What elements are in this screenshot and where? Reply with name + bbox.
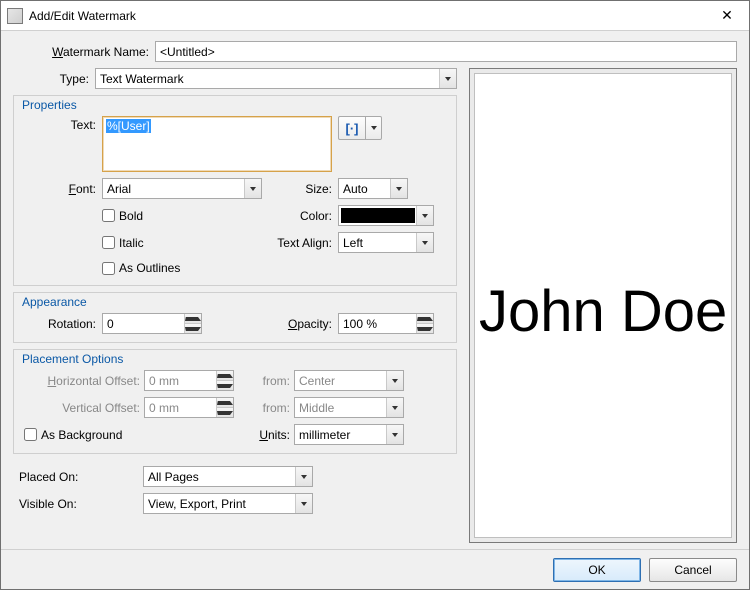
chevron-down-icon xyxy=(386,398,403,417)
from-label-2: from: xyxy=(238,401,290,415)
h-offset-label: Horizontal Offset: xyxy=(22,374,140,388)
from-v-combo[interactable]: Middle xyxy=(294,397,404,418)
close-button[interactable]: ✕ xyxy=(705,1,749,30)
close-icon: ✕ xyxy=(721,7,733,24)
text-label: Text: xyxy=(22,116,96,132)
italic-checkbox[interactable] xyxy=(102,236,115,249)
properties-legend: Properties xyxy=(22,98,77,112)
properties-group: Properties Text: %[User] [·] Font: xyxy=(13,95,457,286)
bold-checkbox[interactable] xyxy=(102,209,115,222)
as-outlines-checkbox[interactable] xyxy=(102,262,115,275)
italic-row: Italic xyxy=(102,234,262,252)
watermark-name-input[interactable] xyxy=(155,41,737,62)
v-offset-spin[interactable]: 0 mm xyxy=(144,397,234,418)
chevron-down-icon xyxy=(244,179,261,198)
chevron-down-icon xyxy=(295,467,312,486)
opacity-label: Opacity: xyxy=(268,317,332,331)
chevron-down-icon xyxy=(416,206,433,225)
bold-row: Bold xyxy=(102,207,262,225)
placed-on-value: All Pages xyxy=(148,470,199,484)
spin-buttons xyxy=(216,371,233,390)
chevron-down-icon xyxy=(390,179,407,198)
placed-on-row: Placed On: All Pages xyxy=(15,466,455,487)
from-label: from: xyxy=(238,374,290,388)
text-value: %[User] xyxy=(106,119,151,133)
text-align-combo[interactable]: Left xyxy=(338,232,434,253)
insert-macro-splitbutton[interactable]: [·] xyxy=(338,116,448,140)
preview-text: John Doe xyxy=(479,278,727,345)
preview-pane: John Doe xyxy=(469,68,737,543)
placement-group: Placement Options Horizontal Offset: 0 m… xyxy=(13,349,457,454)
text-align-value: Left xyxy=(343,236,363,250)
main-columns: Type: Text Watermark Properties Text: %[… xyxy=(13,68,737,543)
from-h-combo[interactable]: Center xyxy=(294,370,404,391)
type-value: Text Watermark xyxy=(100,72,184,86)
titlebar: Add/Edit Watermark ✕ xyxy=(1,1,749,31)
from-v-value: Middle xyxy=(299,401,334,415)
font-value: Arial xyxy=(107,182,131,196)
chevron-down-icon xyxy=(439,69,456,88)
h-offset-spin[interactable]: 0 mm xyxy=(144,370,234,391)
dialog-content: Watermark Name: Type: Text Watermark Pro… xyxy=(1,31,749,549)
size-label: Size: xyxy=(268,182,332,196)
spin-buttons xyxy=(416,314,433,333)
cancel-button[interactable]: Cancel xyxy=(649,558,737,582)
type-combo[interactable]: Text Watermark xyxy=(95,68,457,89)
rotation-spin[interactable]: 0 xyxy=(102,313,202,334)
as-background-checkbox[interactable] xyxy=(24,428,37,441)
as-background-label: As Background xyxy=(41,428,122,442)
chevron-down-icon xyxy=(416,233,433,252)
size-value: Auto xyxy=(343,182,368,196)
color-swatch xyxy=(341,208,415,223)
units-value: millimeter xyxy=(299,428,350,442)
opacity-spin[interactable]: 100 % xyxy=(338,313,434,334)
font-label: Font: xyxy=(22,182,96,196)
font-combo[interactable]: Arial xyxy=(102,178,262,199)
watermark-name-row: Watermark Name: xyxy=(13,41,737,62)
appearance-legend: Appearance xyxy=(22,295,87,309)
v-offset-label: Vertical Offset: xyxy=(22,401,140,415)
as-background-row: As Background xyxy=(22,426,234,444)
color-label: Color: xyxy=(268,209,332,223)
dialog-title: Add/Edit Watermark xyxy=(29,9,705,23)
from-h-value: Center xyxy=(299,374,335,388)
bottom-rows: Placed On: All Pages Visible On: View, E… xyxy=(13,466,457,514)
placed-on-combo[interactable]: All Pages xyxy=(143,466,313,487)
as-outlines-label: As Outlines xyxy=(119,261,180,275)
visible-on-label: Visible On: xyxy=(15,497,143,511)
bold-label: Bold xyxy=(119,209,143,223)
units-label: Units: xyxy=(238,428,290,442)
chevron-down-icon xyxy=(366,116,382,140)
placement-legend: Placement Options xyxy=(22,352,123,366)
macro-icon: [·] xyxy=(338,116,366,140)
type-label: Type: xyxy=(13,72,95,86)
visible-on-row: Visible On: View, Export, Print xyxy=(15,493,455,514)
units-combo[interactable]: millimeter xyxy=(294,424,404,445)
visible-on-combo[interactable]: View, Export, Print xyxy=(143,493,313,514)
app-icon xyxy=(7,8,23,24)
color-combo[interactable] xyxy=(338,205,434,226)
as-outlines-row: As Outlines xyxy=(102,259,262,277)
chevron-down-icon xyxy=(386,425,403,444)
watermark-text-input[interactable]: %[User] xyxy=(102,116,332,172)
text-align-label: Text Align: xyxy=(268,236,332,250)
placed-on-label: Placed On: xyxy=(15,470,143,484)
watermark-name-label: Watermark Name: xyxy=(13,45,155,59)
italic-label: Italic xyxy=(119,236,144,250)
dialog-window: Add/Edit Watermark ✕ Watermark Name: Typ… xyxy=(0,0,750,590)
button-bar: OK Cancel xyxy=(1,549,749,589)
rotation-label: Rotation: xyxy=(22,317,96,331)
chevron-down-icon xyxy=(386,371,403,390)
size-combo[interactable]: Auto xyxy=(338,178,408,199)
chevron-down-icon xyxy=(295,494,312,513)
spin-buttons xyxy=(184,314,201,333)
visible-on-value: View, Export, Print xyxy=(148,497,246,511)
left-column: Type: Text Watermark Properties Text: %[… xyxy=(13,68,457,543)
preview-page: John Doe xyxy=(474,73,732,538)
spin-buttons xyxy=(216,398,233,417)
type-row: Type: Text Watermark xyxy=(13,68,457,89)
appearance-group: Appearance Rotation: 0 Opacity: 100 % xyxy=(13,292,457,343)
ok-button[interactable]: OK xyxy=(553,558,641,582)
